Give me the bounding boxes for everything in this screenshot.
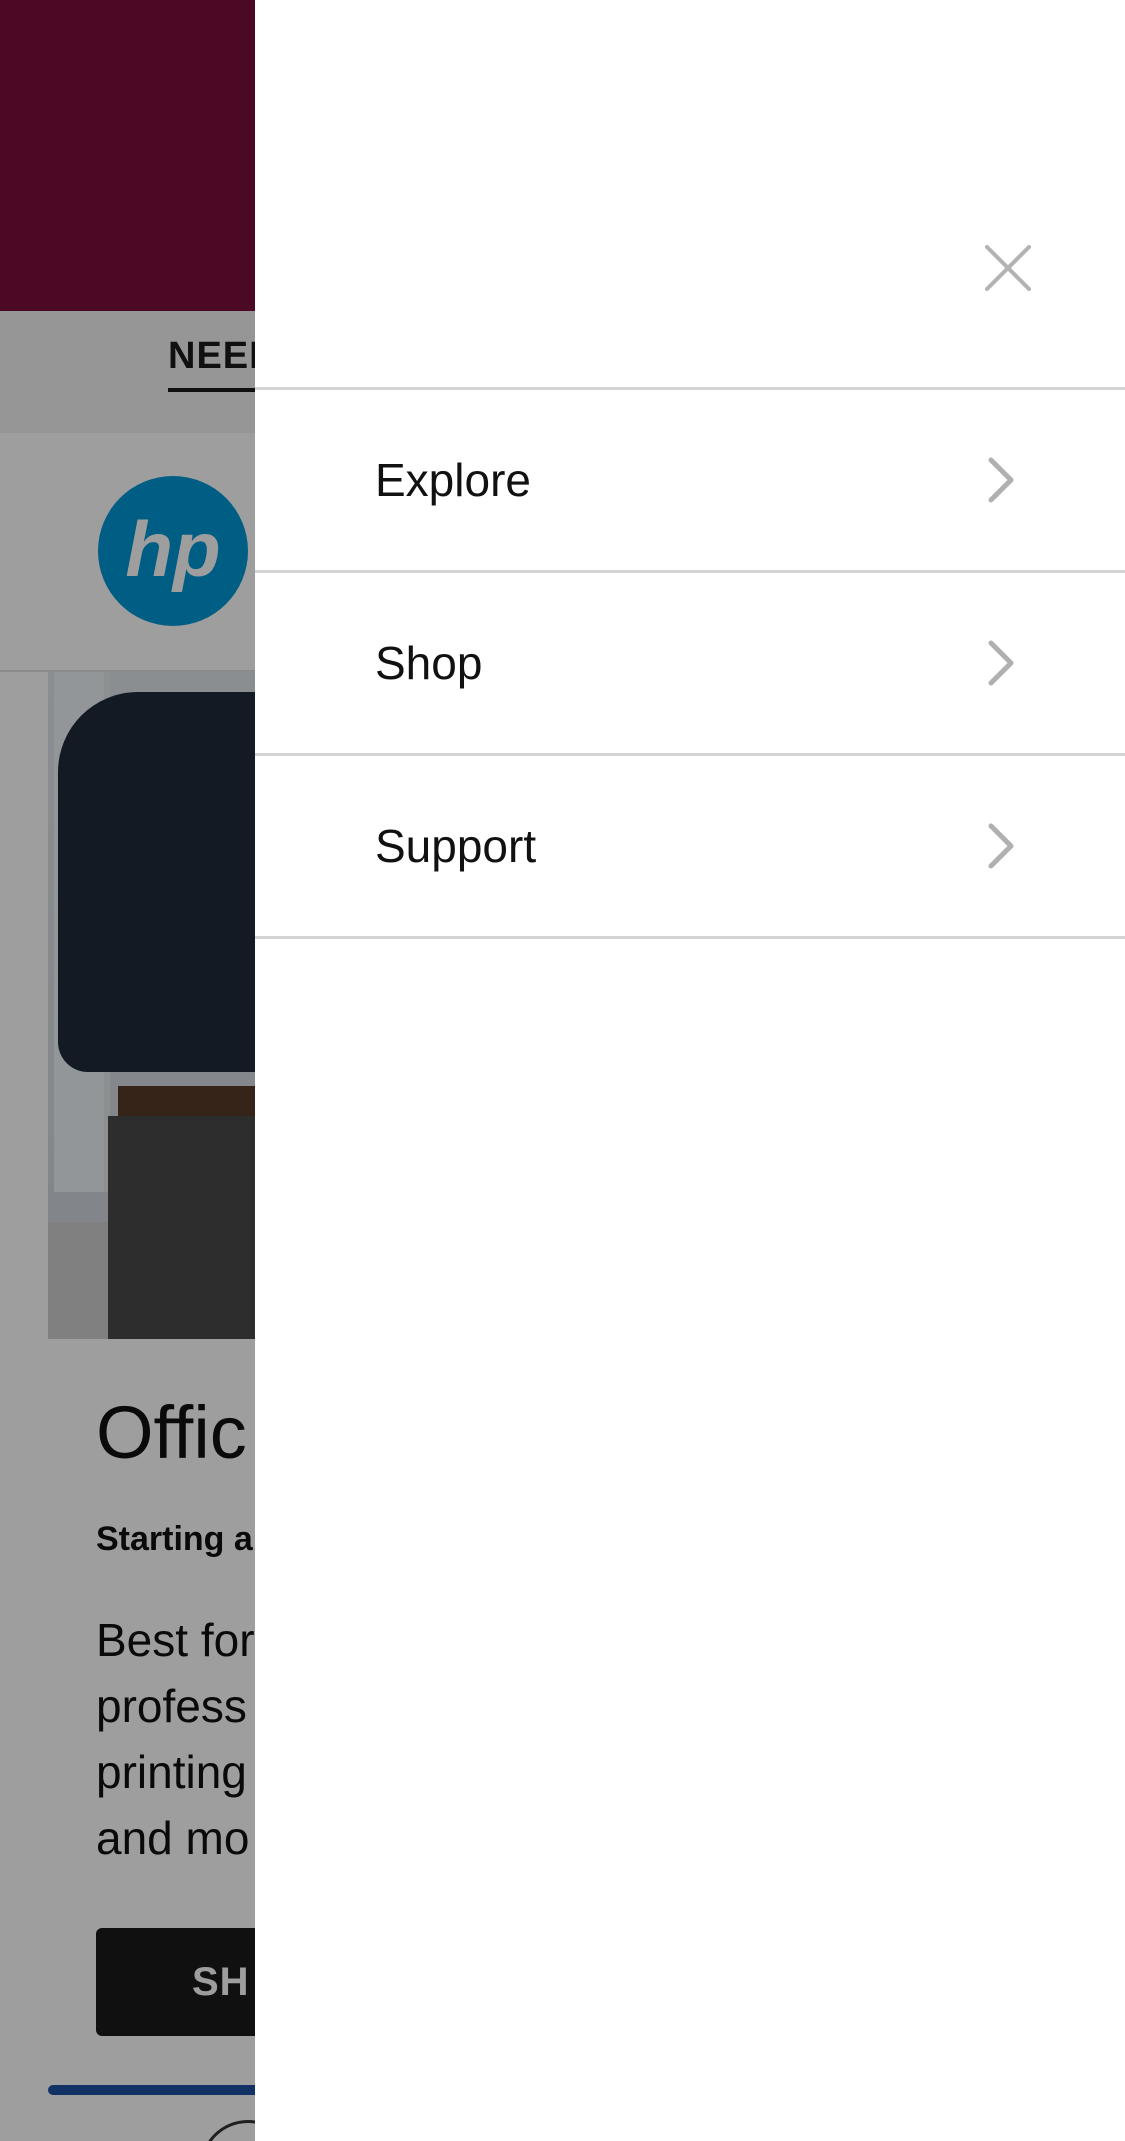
menu-item-support[interactable]: Support xyxy=(255,756,1125,939)
drawer-header xyxy=(255,0,1125,390)
chevron-right-icon xyxy=(988,823,1014,869)
chevron-right-icon xyxy=(988,457,1014,503)
chevron-right-icon xyxy=(988,640,1014,686)
menu-item-label: Shop xyxy=(375,637,483,689)
page: Save on early Ho limite FREE ship NEED h… xyxy=(0,0,1125,2141)
menu-item-label: Support xyxy=(375,820,537,872)
menu-item-explore[interactable]: Explore xyxy=(255,390,1125,573)
close-icon[interactable] xyxy=(975,235,1041,301)
menu-item-shop[interactable]: Shop xyxy=(255,573,1125,756)
menu-item-label: Explore xyxy=(375,454,531,506)
nav-drawer: Explore Shop Support xyxy=(255,0,1125,2141)
